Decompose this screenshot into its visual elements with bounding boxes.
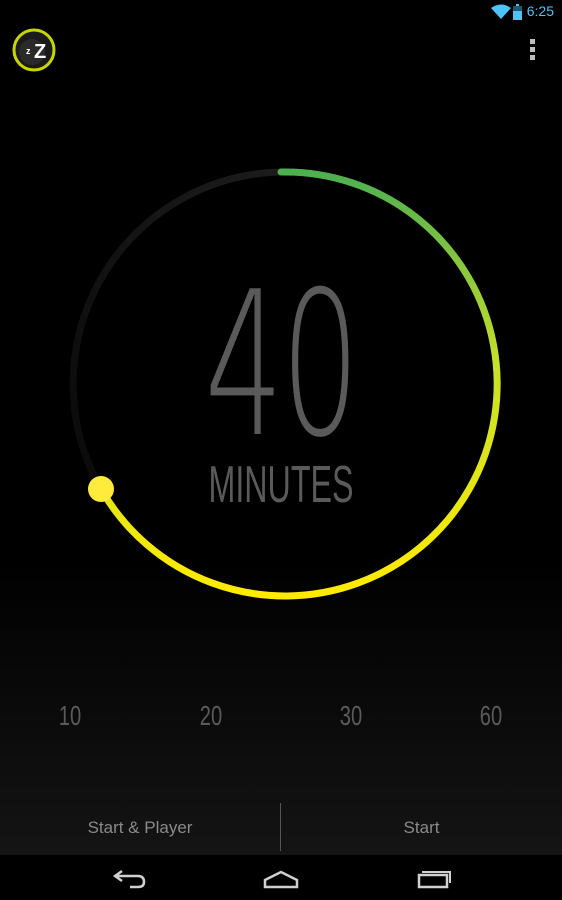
navigation-bar (0, 855, 562, 900)
start-and-player-button[interactable]: Start & Player (0, 800, 280, 855)
timer-minutes-value: 40 (204, 249, 360, 482)
preset-60[interactable]: 60 (469, 700, 512, 732)
back-icon[interactable] (100, 863, 160, 893)
preset-20[interactable]: 20 (189, 700, 232, 732)
start-button[interactable]: Start (281, 800, 562, 855)
recent-apps-icon[interactable] (402, 863, 462, 893)
timer-unit-label: MINUTES (208, 456, 354, 514)
home-icon[interactable] (251, 863, 311, 893)
preset-10[interactable]: 10 (48, 700, 91, 732)
action-bar: Start & Player Start (0, 800, 562, 855)
preset-30[interactable]: 30 (329, 700, 372, 732)
